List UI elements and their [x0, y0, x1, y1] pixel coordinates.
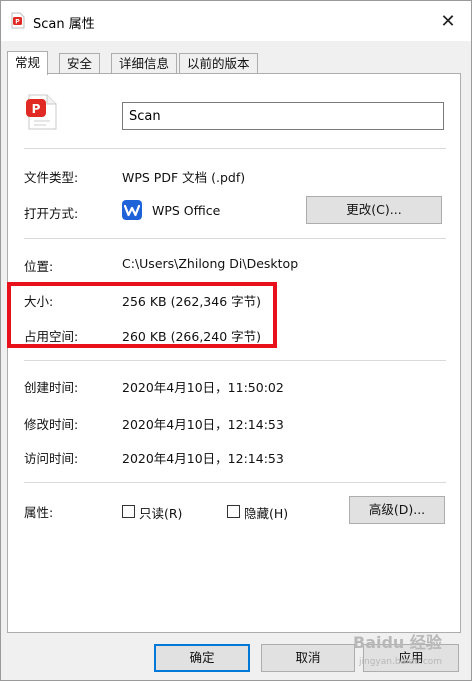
size-value: 256 KB (262,346 字节)	[122, 294, 261, 309]
tab-previous-versions[interactable]: 以前的版本	[179, 53, 258, 74]
readonly-checkbox[interactable]	[122, 505, 135, 518]
pdf-file-icon: P	[11, 12, 25, 29]
accessed-value: 2020年4月10日，12:14:53	[122, 451, 284, 466]
attributes-label: 属性:	[24, 505, 54, 520]
accessed-label: 访问时间:	[24, 451, 79, 466]
hidden-checkbox[interactable]	[227, 505, 240, 518]
properties-dialog: P Scan 属性 ✕ 常规 安全 详细信息 以前的版本 P 文件类型: WPS…	[0, 0, 472, 681]
tab-details[interactable]: 详细信息	[111, 53, 178, 74]
readonly-label: 只读(R)	[139, 506, 183, 521]
created-label: 创建时间:	[24, 380, 79, 395]
modified-label: 修改时间:	[24, 417, 79, 432]
change-app-button[interactable]: 更改(C)...	[306, 196, 442, 224]
divider	[24, 482, 446, 483]
size-label: 大小:	[24, 294, 54, 309]
divider	[24, 238, 446, 239]
divider	[24, 148, 446, 149]
advanced-button[interactable]: 高级(D)...	[349, 496, 445, 524]
file-type-label: 文件类型:	[24, 170, 79, 185]
modified-value: 2020年4月10日，12:14:53	[122, 417, 284, 432]
file-name-input[interactable]	[122, 102, 444, 130]
pdf-document-icon: P	[26, 94, 57, 130]
tab-security[interactable]: 安全	[59, 53, 101, 74]
cancel-button[interactable]: 取消	[261, 644, 355, 672]
close-button[interactable]: ✕	[425, 1, 471, 41]
general-panel: P 文件类型: WPS PDF 文档 (.pdf) 打开方式: WPS Offi…	[7, 73, 461, 633]
hidden-label: 隐藏(H)	[244, 506, 289, 521]
window-title: Scan 属性	[33, 17, 95, 32]
wps-office-icon	[122, 200, 142, 220]
opens-with-label: 打开方式:	[24, 206, 79, 221]
location-label: 位置:	[24, 259, 54, 274]
location-value: C:\Users\Zhilong Di\Desktop	[122, 256, 299, 271]
ok-button[interactable]: 确定	[154, 644, 250, 672]
apply-button[interactable]: 应用	[363, 644, 459, 672]
size-on-disk-value: 260 KB (266,240 字节)	[122, 329, 261, 344]
divider	[24, 360, 446, 361]
close-icon: ✕	[440, 10, 456, 32]
svg-text:P: P	[32, 102, 41, 116]
created-value: 2020年4月10日，11:50:02	[122, 380, 284, 395]
file-type-value: WPS PDF 文档 (.pdf)	[122, 170, 246, 185]
opens-with-app: WPS Office	[152, 203, 221, 218]
size-on-disk-label: 占用空间:	[24, 329, 79, 344]
tab-general[interactable]: 常规	[7, 51, 49, 75]
title-bar: P Scan 属性 ✕	[1, 1, 471, 41]
svg-text:P: P	[15, 19, 20, 26]
